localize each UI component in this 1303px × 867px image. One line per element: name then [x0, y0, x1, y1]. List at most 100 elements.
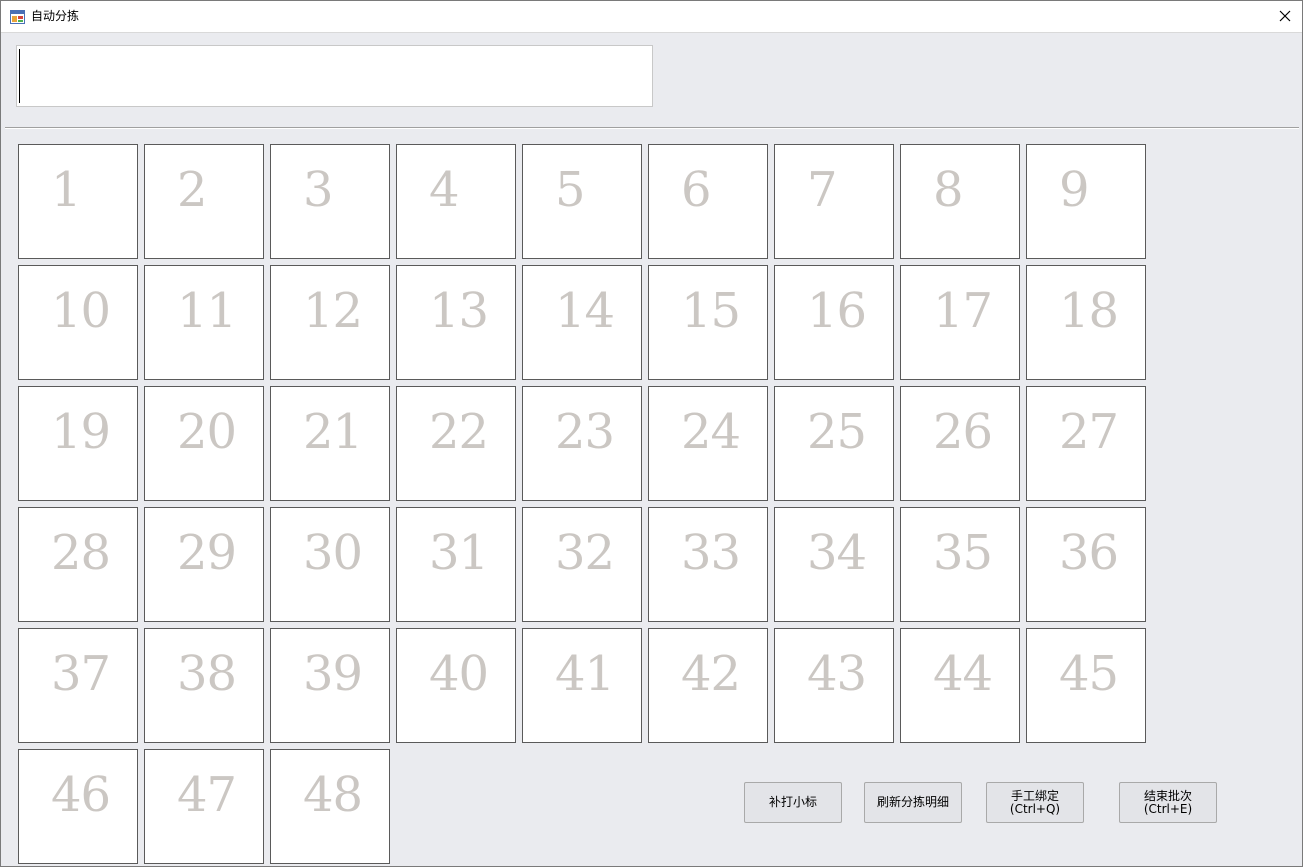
- sorting-slot-number: 32: [555, 525, 615, 581]
- sorting-slot-number: 28: [51, 525, 111, 581]
- reprint-label-button[interactable]: 补打小标: [744, 782, 842, 823]
- sorting-slot[interactable]: 32: [522, 507, 642, 622]
- sorting-slot-number: 12: [303, 283, 363, 339]
- sorting-slot[interactable]: 5: [522, 144, 642, 259]
- sorting-slot[interactable]: 23: [522, 386, 642, 501]
- scan-input[interactable]: [16, 45, 653, 107]
- sorting-slot[interactable]: 41: [522, 628, 642, 743]
- sorting-slot[interactable]: 42: [648, 628, 768, 743]
- sorting-slot[interactable]: 16: [774, 265, 894, 380]
- sorting-slot-number: 9: [1059, 162, 1090, 218]
- sorting-slot[interactable]: 25: [774, 386, 894, 501]
- sorting-slot-number: 1: [51, 162, 82, 218]
- sorting-slot[interactable]: 27: [1026, 386, 1146, 501]
- sorting-slot[interactable]: 14: [522, 265, 642, 380]
- close-icon: [1279, 7, 1291, 26]
- sorting-slot-number: 10: [51, 283, 111, 339]
- sorting-slot[interactable]: 33: [648, 507, 768, 622]
- sorting-slot[interactable]: 31: [396, 507, 516, 622]
- app-window-icon: [10, 9, 25, 24]
- sorting-slot-number: 6: [681, 162, 712, 218]
- sorting-slot[interactable]: 12: [270, 265, 390, 380]
- sorting-slot-number: 16: [807, 283, 867, 339]
- sorting-slot[interactable]: 6: [648, 144, 768, 259]
- sorting-slot[interactable]: 28: [18, 507, 138, 622]
- sorting-slot-number: 43: [807, 646, 867, 702]
- sorting-slot[interactable]: 3: [270, 144, 390, 259]
- sorting-slot[interactable]: 39: [270, 628, 390, 743]
- sorting-slot[interactable]: 10: [18, 265, 138, 380]
- sorting-slot-number: 13: [429, 283, 489, 339]
- header-divider: [5, 127, 1299, 129]
- sorting-slot-number: 23: [555, 404, 615, 460]
- sorting-slot[interactable]: 35: [900, 507, 1020, 622]
- sorting-slot-number: 33: [681, 525, 741, 581]
- sorting-slot[interactable]: 9: [1026, 144, 1146, 259]
- window-title: 自动分拣: [31, 9, 80, 23]
- text-caret: [19, 49, 20, 103]
- sorting-slot-number: 22: [429, 404, 489, 460]
- sorting-slot[interactable]: 2: [144, 144, 264, 259]
- sorting-slot[interactable]: 44: [900, 628, 1020, 743]
- refresh-sort-details-button[interactable]: 刷新分拣明细: [864, 782, 962, 823]
- end-batch-button[interactable]: 结束批次 (Ctrl+E): [1119, 782, 1217, 823]
- sorting-slot[interactable]: 19: [18, 386, 138, 501]
- sorting-slot-number: 40: [429, 646, 489, 702]
- reprint-label-button-text: 补打小标: [768, 795, 817, 809]
- sorting-slot[interactable]: 11: [144, 265, 264, 380]
- sorting-slot-number: 35: [933, 525, 993, 581]
- sorting-slot[interactable]: 20: [144, 386, 264, 501]
- sorting-slot-number: 18: [1059, 283, 1119, 339]
- close-button[interactable]: [1268, 1, 1302, 32]
- sorting-slot-number: 4: [429, 162, 460, 218]
- sorting-slot[interactable]: 46: [18, 749, 138, 864]
- sorting-slot[interactable]: 45: [1026, 628, 1146, 743]
- sorting-slot[interactable]: 37: [18, 628, 138, 743]
- sorting-slot[interactable]: 26: [900, 386, 1020, 501]
- sorting-slot[interactable]: 29: [144, 507, 264, 622]
- sorting-slot[interactable]: 30: [270, 507, 390, 622]
- sorting-slot[interactable]: 48: [270, 749, 390, 864]
- sorting-slot-number: 38: [177, 646, 237, 702]
- sorting-slot[interactable]: 17: [900, 265, 1020, 380]
- sorting-slot[interactable]: 21: [270, 386, 390, 501]
- sorting-slot-number: 21: [303, 404, 363, 460]
- sorting-slot-number: 24: [681, 404, 741, 460]
- sorting-slot-number: 39: [303, 646, 363, 702]
- sorting-slot[interactable]: 47: [144, 749, 264, 864]
- manual-bind-shortcut: (Ctrl+Q): [1009, 801, 1061, 816]
- sorting-slot-number: 14: [555, 283, 615, 339]
- sorting-slot-number: 17: [933, 283, 993, 339]
- sorting-slot[interactable]: 15: [648, 265, 768, 380]
- sorting-slot-number: 25: [807, 404, 867, 460]
- sorting-slot-number: 3: [303, 162, 334, 218]
- sorting-slot-number: 19: [51, 404, 111, 460]
- sorting-slot[interactable]: 1: [18, 144, 138, 259]
- sorting-slot[interactable]: 22: [396, 386, 516, 501]
- sorting-slot-number: 11: [177, 283, 237, 339]
- sorting-slot-number: 5: [555, 162, 586, 218]
- sorting-slot[interactable]: 40: [396, 628, 516, 743]
- sorting-slot-number: 29: [177, 525, 237, 581]
- sorting-slot[interactable]: 24: [648, 386, 768, 501]
- sorting-slot[interactable]: 34: [774, 507, 894, 622]
- sorting-slot-grid: 1 2 3 4 5 6 7 8 9 10 11 12 13 14 15 16 17 18 19 20 21 22 23 24 2…: [18, 144, 1146, 864]
- sorting-slot[interactable]: 38: [144, 628, 264, 743]
- manual-bind-button[interactable]: 手工绑定 (Ctrl+Q): [986, 782, 1084, 823]
- sorting-slot[interactable]: 4: [396, 144, 516, 259]
- sorting-slot-number: 47: [177, 767, 237, 823]
- main-window: 自动分拣 1 2 3 4 5 6 7 8 9 10 11 12 13 14 15 16 17 18 19 20 21 22…: [0, 0, 1303, 867]
- sorting-slot-number: 7: [807, 162, 838, 218]
- sorting-slot[interactable]: 43: [774, 628, 894, 743]
- sorting-slot[interactable]: 36: [1026, 507, 1146, 622]
- title-bar: 自动分拣: [1, 1, 1302, 33]
- sorting-slot-number: 27: [1059, 404, 1119, 460]
- sorting-slot[interactable]: 7: [774, 144, 894, 259]
- sorting-slot-number: 30: [303, 525, 363, 581]
- sorting-slot-number: 8: [933, 162, 964, 218]
- sorting-slot[interactable]: 18: [1026, 265, 1146, 380]
- sorting-slot[interactable]: 8: [900, 144, 1020, 259]
- sorting-slot[interactable]: 13: [396, 265, 516, 380]
- refresh-sort-details-button-text: 刷新分拣明细: [876, 795, 949, 809]
- sorting-slot-number: 20: [177, 404, 237, 460]
